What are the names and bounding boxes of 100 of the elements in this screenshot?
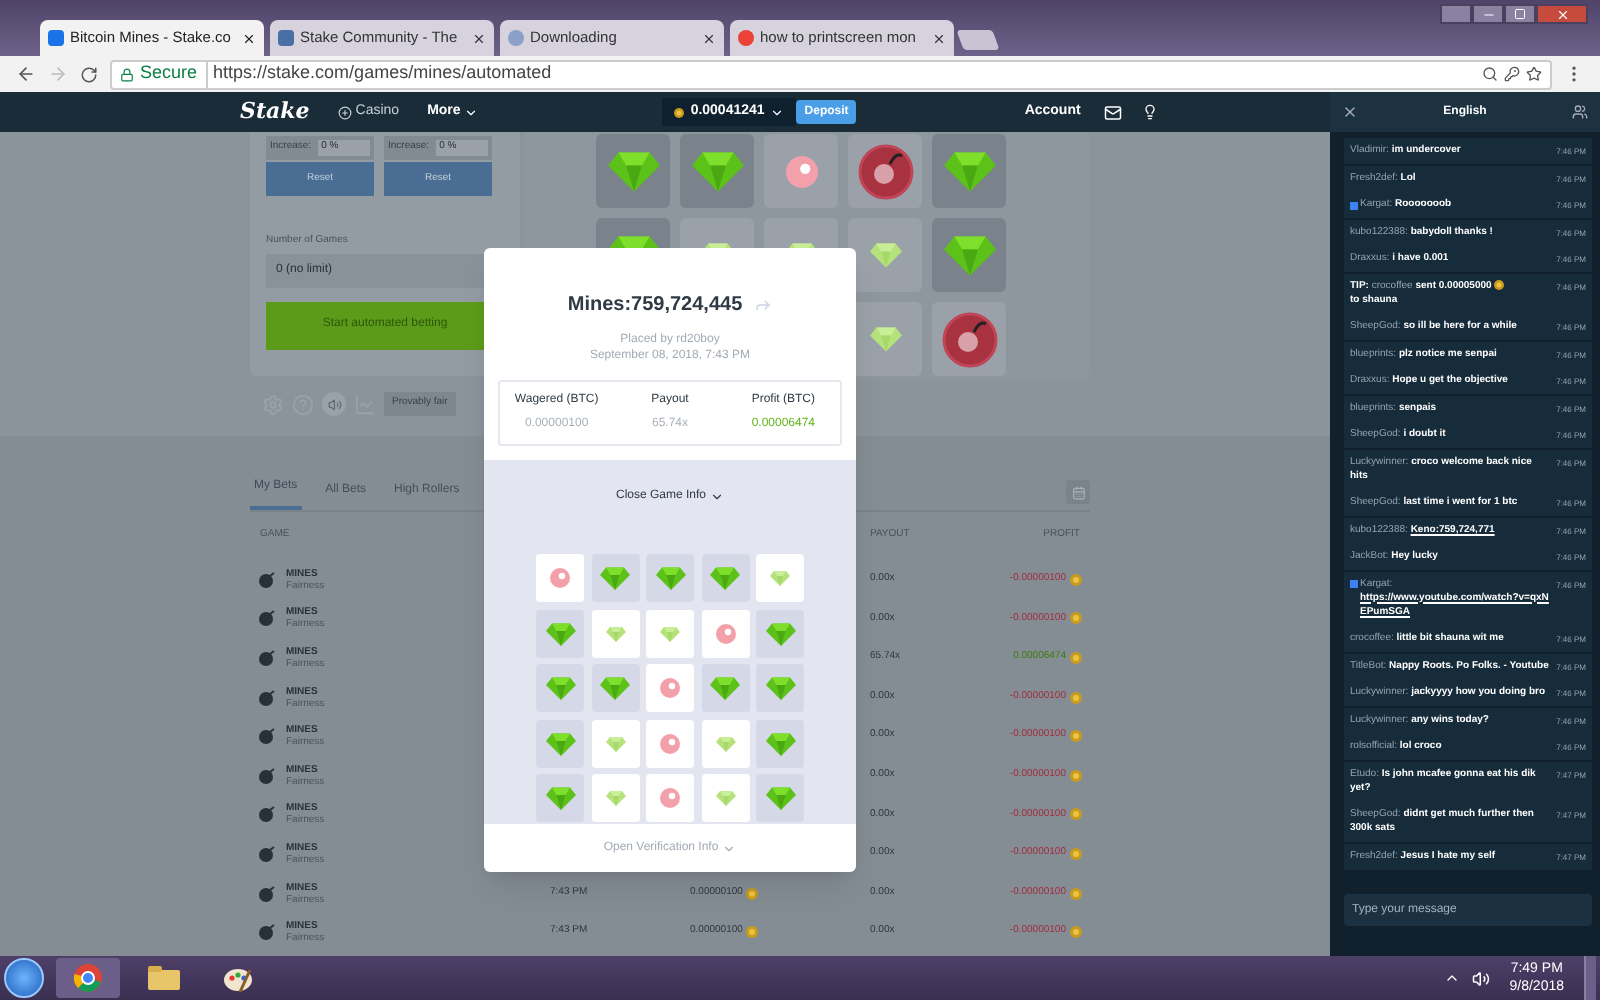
gem-icon <box>765 621 795 645</box>
start-button[interactable] <box>4 958 44 998</box>
favicon-icon <box>278 30 294 46</box>
mail-icon[interactable] <box>1104 103 1123 121</box>
mine-tile[interactable] <box>932 218 1006 292</box>
mine-icon <box>785 155 817 187</box>
mine-tile[interactable] <box>932 302 1006 376</box>
share-icon[interactable] <box>754 296 773 314</box>
mine-tile[interactable] <box>701 609 749 657</box>
minimize-button[interactable] <box>1472 4 1504 24</box>
caret-icon <box>722 841 737 855</box>
bomb-icon <box>258 885 276 902</box>
mine-tile[interactable] <box>701 719 749 767</box>
coin-icon <box>1070 691 1082 704</box>
mine-tile[interactable] <box>596 134 670 208</box>
show-desktop-button[interactable] <box>1584 956 1596 1000</box>
close-button[interactable] <box>1536 4 1588 24</box>
maximize-button[interactable] <box>1504 4 1536 24</box>
lightbulb-icon[interactable] <box>1142 104 1159 120</box>
coin-icon <box>1494 279 1505 290</box>
gem-icon <box>545 786 575 810</box>
mine-tile[interactable] <box>756 774 804 822</box>
mine-tile[interactable] <box>764 134 838 208</box>
back-icon[interactable] <box>16 64 36 84</box>
mine-tile[interactable] <box>646 719 694 767</box>
key-icon[interactable] <box>1504 66 1520 82</box>
forward-icon[interactable] <box>48 64 68 84</box>
mine-tile[interactable] <box>756 664 804 712</box>
mine-tile[interactable] <box>591 664 639 712</box>
mine-tile[interactable] <box>591 554 639 602</box>
new-tab-button[interactable] <box>956 30 1000 50</box>
close-icon <box>1555 7 1569 21</box>
coin-icon <box>1070 887 1082 900</box>
mine-tile[interactable] <box>756 554 804 602</box>
mine-tile[interactable] <box>536 774 584 822</box>
close-icon[interactable] <box>1342 104 1358 120</box>
bomb-icon <box>258 610 276 627</box>
mine-tile[interactable] <box>756 719 804 767</box>
mine-tile[interactable] <box>848 134 922 208</box>
favicon-icon <box>48 30 64 46</box>
close-icon[interactable] <box>472 31 486 45</box>
chrome-taskbar-button[interactable] <box>56 958 120 998</box>
star-icon[interactable] <box>1526 66 1542 82</box>
gem-icon <box>710 676 740 700</box>
mine-tile[interactable] <box>591 774 639 822</box>
bomb-icon <box>258 649 276 666</box>
mine-tile[interactable] <box>646 664 694 712</box>
mine-tile[interactable] <box>646 774 694 822</box>
coin-icon <box>1070 651 1082 664</box>
search-icon[interactable] <box>1482 66 1498 82</box>
paint-palette-icon[interactable] <box>224 964 252 992</box>
coin-icon <box>1070 847 1082 860</box>
gem-icon <box>710 566 740 590</box>
mine-tile[interactable] <box>932 134 1006 208</box>
close-icon[interactable] <box>932 31 946 45</box>
secure-label: Secure <box>140 60 208 88</box>
mine-tile[interactable] <box>848 218 922 292</box>
mine-tile[interactable] <box>756 609 804 657</box>
badge-icon <box>1350 201 1358 209</box>
mine-icon <box>715 623 735 643</box>
mine-tile[interactable] <box>701 664 749 712</box>
coin-icon <box>1070 769 1082 782</box>
mine-icon <box>660 678 680 698</box>
mine-tile[interactable] <box>591 719 639 767</box>
mine-tile[interactable] <box>701 774 749 822</box>
site-logo[interactable]: Stake <box>240 95 310 129</box>
gem-icon <box>869 326 901 352</box>
user-button[interactable] <box>1440 4 1472 24</box>
mine-tile[interactable] <box>536 609 584 657</box>
bomb-icon <box>258 571 276 588</box>
gem-icon <box>605 735 625 751</box>
mine-tile[interactable] <box>536 554 584 602</box>
mine-tile[interactable] <box>646 554 694 602</box>
mine-tile[interactable] <box>536 719 584 767</box>
bomb-icon <box>258 689 276 706</box>
calendar-button[interactable] <box>1066 480 1090 504</box>
mine-tile[interactable] <box>680 134 754 208</box>
gem-icon <box>545 731 575 755</box>
gem-icon <box>607 150 659 192</box>
users-icon[interactable] <box>1571 104 1588 120</box>
folder-icon[interactable] <box>148 966 180 990</box>
mine-tile[interactable] <box>646 609 694 657</box>
mine-tile[interactable] <box>701 554 749 602</box>
close-icon[interactable] <box>702 31 716 45</box>
reload-icon[interactable] <box>80 65 98 83</box>
address-field[interactable]: Secure https://stake.com/games/mines/automated <box>110 59 1552 89</box>
close-icon[interactable] <box>242 31 257 45</box>
mine-tile[interactable] <box>591 609 639 657</box>
mine-tile[interactable] <box>536 664 584 712</box>
gem-icon <box>655 566 685 590</box>
sound-button[interactable] <box>322 392 346 416</box>
bomb-icon <box>258 845 276 862</box>
speaker-icon[interactable] <box>1471 969 1490 987</box>
mine-icon <box>550 568 570 588</box>
lock-icon <box>120 67 134 81</box>
maximize-icon <box>1514 8 1526 20</box>
gem-icon <box>660 625 680 641</box>
coin-icon <box>1070 926 1082 939</box>
gem-icon <box>600 676 630 700</box>
mine-icon <box>660 733 680 753</box>
